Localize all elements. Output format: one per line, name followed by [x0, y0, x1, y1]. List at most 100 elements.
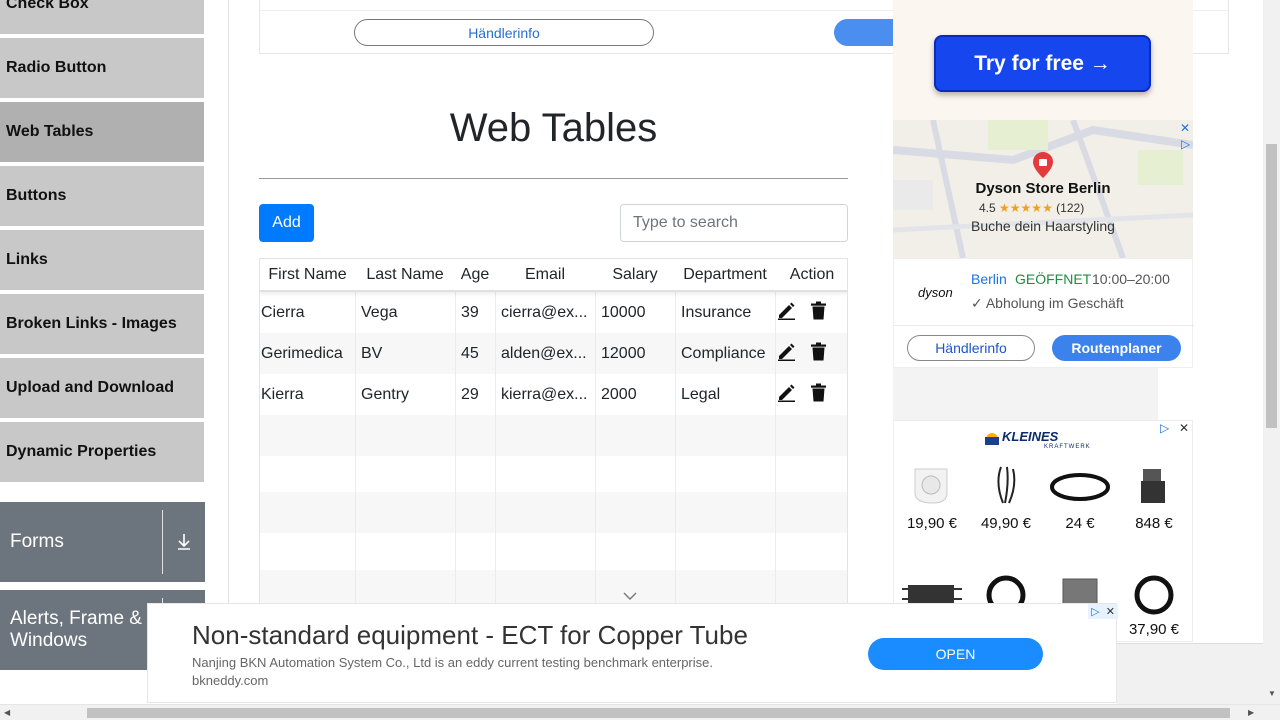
ad-title[interactable]: Non-standard equipment - ECT for Copper …	[192, 620, 748, 651]
column-header[interactable]: Age	[455, 259, 495, 290]
column-header[interactable]: Salary	[595, 259, 675, 290]
store-card: dyson Berlin GEÖFFNET 10:00–20:00 ✓ Abho…	[893, 258, 1194, 368]
table-row: Cierra Vega 39 cierra@ex... 10000 Insura…	[260, 292, 847, 333]
page: Check Box Radio Button Web Tables Button…	[0, 0, 1280, 720]
download-arrow-icon	[163, 533, 205, 551]
battery-storage-image	[1119, 455, 1189, 515]
edit-icon[interactable]	[776, 341, 796, 366]
routenplaner-button[interactable]: Routenplaner	[1052, 335, 1181, 361]
ad-description: Nanjing BKN Automation System Co., Ltd i…	[192, 655, 713, 670]
product-tile[interactable]: 37,90 €	[1119, 563, 1189, 638]
haendlerinfo-button[interactable]: Händlerinfo	[907, 335, 1035, 361]
sidebar-item-buttons[interactable]: Buttons	[0, 166, 204, 228]
sidebar-group-forms[interactable]: Forms	[0, 502, 205, 582]
horizontal-scrollbar[interactable]: ◀ ▶	[0, 704, 1280, 720]
dyson-logo: dyson	[918, 285, 953, 300]
column-header: Action	[789, 265, 835, 283]
page-background	[1117, 643, 1263, 704]
try-for-free-button[interactable]: Try for free →	[934, 35, 1151, 92]
store-city: Berlin	[971, 271, 1007, 287]
cell-email: cierra@ex...	[501, 303, 588, 321]
edit-icon[interactable]	[776, 300, 796, 325]
brand-logo: KLEINES	[1002, 429, 1059, 444]
store-rating: 4.5 ★★★★★ (122)	[979, 201, 1084, 215]
search-input[interactable]	[621, 205, 847, 241]
vertical-scrollbar[interactable]: ▼	[1263, 0, 1280, 704]
map-ad[interactable]: Dyson Store Berlin 4.5 ★★★★★ (122) Buche…	[893, 120, 1193, 258]
divider	[228, 0, 229, 642]
column-header[interactable]: First Name	[260, 259, 355, 290]
product-tile[interactable]: 19,90 €	[897, 455, 967, 532]
product-price: 24 €	[1065, 515, 1095, 532]
close-icon[interactable]: ✕	[1179, 421, 1189, 435]
cell-department: Insurance	[681, 303, 752, 321]
cell-action	[775, 374, 847, 415]
rating-value: 4.5	[979, 201, 996, 215]
sidebar: Check Box Radio Button Web Tables Button…	[0, 0, 205, 670]
cell-first-name: Gerimedica	[261, 344, 343, 362]
store-subtitle: Buche dein Haarstyling	[971, 218, 1115, 234]
cell-action	[775, 292, 847, 333]
product-tile[interactable]: 24 €	[1045, 455, 1115, 532]
column-header[interactable]: Last Name	[355, 259, 455, 290]
delete-icon[interactable]	[810, 301, 827, 325]
sidebar-item-label: Check Box	[6, 0, 89, 12]
cell-email: alden@ex...	[501, 344, 587, 362]
smart-plug-image	[897, 455, 967, 515]
column-header[interactable]: Email	[495, 259, 595, 290]
add-button[interactable]: Add	[259, 204, 314, 242]
ad-url[interactable]: bkneddy.com	[192, 673, 268, 688]
adchoices-icon[interactable]: ▷	[1181, 137, 1190, 151]
product-price: 37,90 €	[1128, 621, 1180, 638]
cell-action	[775, 333, 847, 374]
product-price: 49,90 €	[980, 515, 1032, 532]
sidebar-item-web-tables[interactable]: Web Tables	[0, 102, 204, 164]
search-box	[620, 204, 848, 242]
cell-last-name: BV	[361, 344, 383, 362]
product-price: 848 €	[1135, 515, 1173, 532]
delete-icon[interactable]	[810, 342, 827, 366]
cell-age: 39	[461, 303, 479, 321]
web-table: First Name Last Name Age Email Salary De…	[259, 258, 848, 642]
table-header: First Name Last Name Age Email Salary De…	[260, 259, 847, 292]
bottom-ad[interactable]: Non-standard equipment - ECT for Copper …	[147, 603, 1118, 703]
edit-icon[interactable]	[776, 382, 796, 407]
sidebar-item-label: Upload and Download	[6, 379, 174, 396]
cell-salary: 2000	[601, 385, 637, 403]
sidebar-item-label: Web Tables	[6, 123, 94, 140]
haendlerinfo-button[interactable]: Händlerinfo	[354, 19, 654, 46]
product-tile[interactable]: 848 €	[1119, 455, 1189, 532]
table-row: Kierra Gentry 29 kierra@ex... 2000 Legal	[260, 374, 847, 415]
brand-sub: KRAFTWERK	[1044, 444, 1091, 450]
sidebar-item-radio-button[interactable]: Radio Button	[0, 38, 204, 100]
close-icon[interactable]: ✕	[1180, 121, 1190, 135]
routenplaner-button-partial[interactable]	[834, 19, 894, 46]
open-button[interactable]: OPEN	[868, 638, 1043, 670]
cell-first-name: Kierra	[261, 385, 304, 403]
scroll-left-arrow-icon[interactable]: ◀	[4, 708, 10, 717]
sidebar-item-label: Radio Button	[6, 59, 107, 76]
column-header[interactable]: Department	[675, 259, 775, 290]
scrollbar-thumb[interactable]	[87, 708, 1230, 718]
cell-salary: 10000	[601, 303, 646, 321]
delete-icon[interactable]	[810, 383, 827, 407]
cell-first-name: Cierra	[261, 303, 305, 321]
scrollbar-thumb[interactable]	[1266, 144, 1277, 428]
adchoices-icon[interactable]: ▷	[1160, 421, 1169, 435]
group-label: Alerts, Frame & Windows	[10, 608, 142, 651]
divider	[259, 178, 848, 179]
cell-department: Compliance	[681, 344, 766, 362]
product-tile[interactable]: 49,90 €	[971, 455, 1041, 532]
sidebar-item-links[interactable]: Links	[0, 230, 204, 292]
scroll-down-arrow-icon[interactable]: ▼	[1268, 689, 1276, 698]
scroll-right-arrow-icon[interactable]: ▶	[1248, 708, 1254, 717]
sidebar-item-check-box[interactable]: Check Box	[0, 0, 204, 36]
adchoices-icon[interactable]: ▷ ✕	[1088, 604, 1118, 619]
close-icon[interactable]: ✕	[1106, 605, 1115, 618]
sidebar-item-broken-links[interactable]: Broken Links - Images	[0, 294, 204, 356]
sidebar-item-dynamic-properties[interactable]: Dynamic Properties	[0, 422, 204, 484]
sidebar-item-upload-download[interactable]: Upload and Download	[0, 358, 204, 420]
cell-last-name: Gentry	[361, 385, 410, 403]
table-row-empty	[260, 531, 847, 572]
solar-panel-icon	[980, 427, 1004, 456]
